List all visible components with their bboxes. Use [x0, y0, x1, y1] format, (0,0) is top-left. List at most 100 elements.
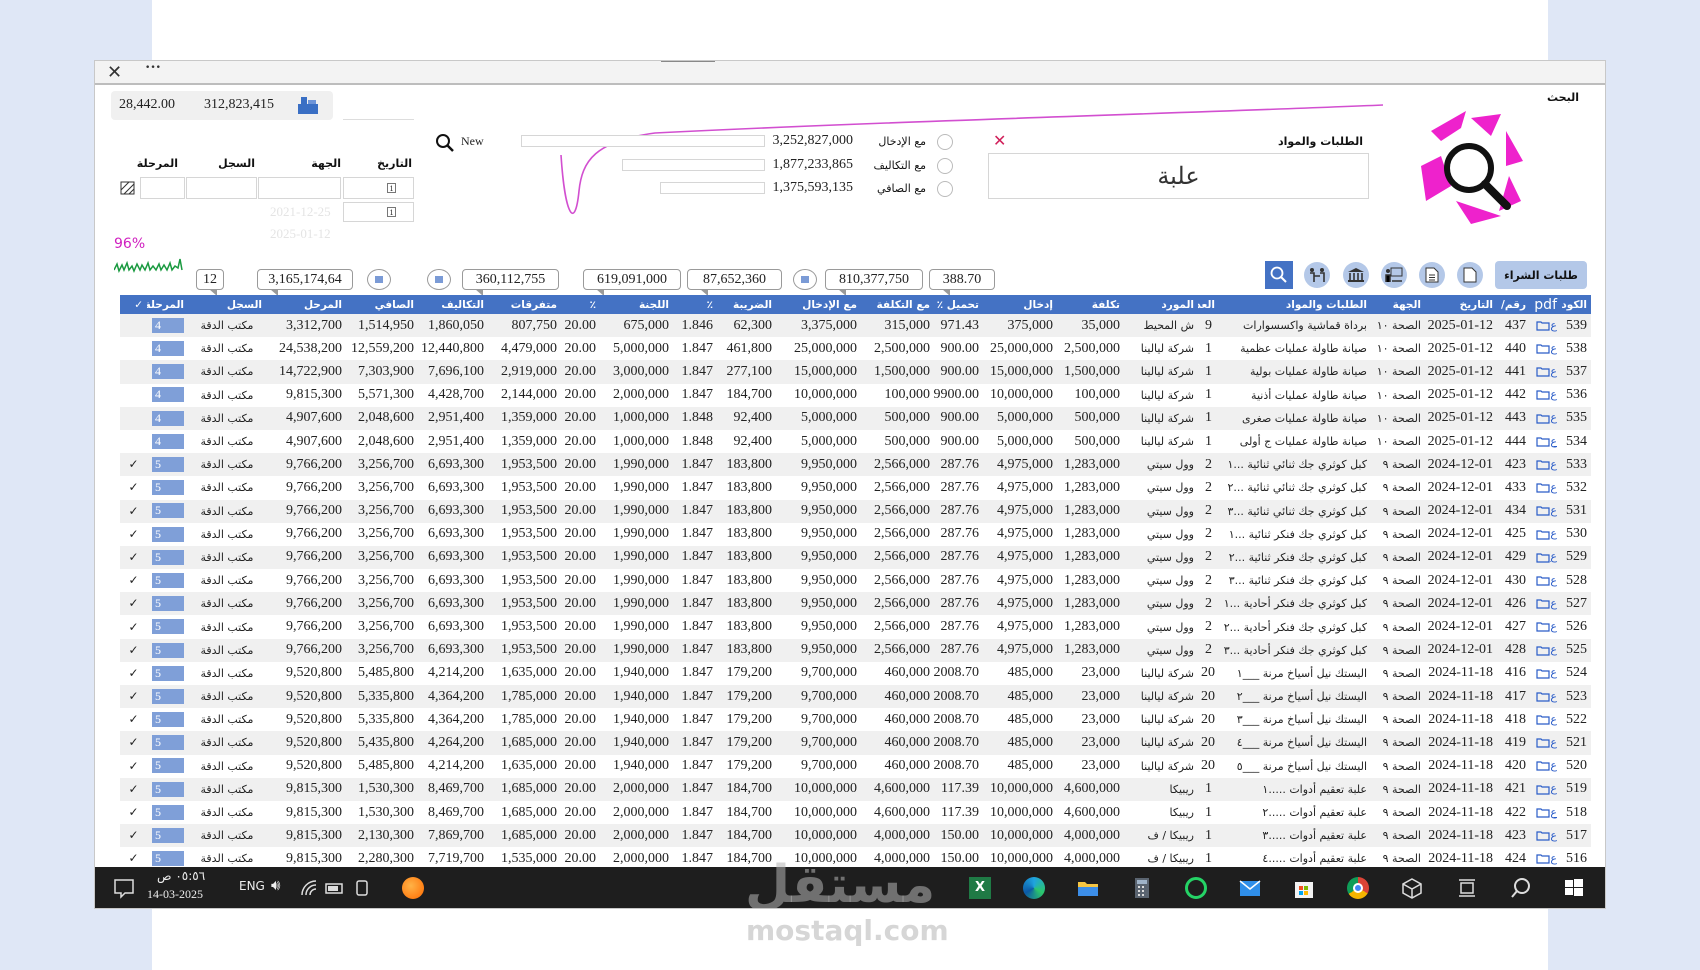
cell-pdf[interactable]: ع: [1530, 592, 1561, 616]
bank-button[interactable]: [1343, 262, 1369, 288]
table-row[interactable]: 530 ع 425 2024-12-01 الصحة ٩ كبل كوثري جك فنك…: [120, 523, 1591, 546]
pdf-link[interactable]: ع: [1550, 806, 1557, 819]
column-header-check[interactable]: ✓: [120, 295, 147, 314]
cell-pdf[interactable]: ع: [1530, 545, 1561, 570]
3d-box-icon[interactable]: [1401, 877, 1423, 899]
task-view-icon[interactable]: [1456, 877, 1478, 899]
folder-icon[interactable]: [1536, 668, 1551, 679]
column-header-item[interactable]: الطلبات والمواد: [1219, 295, 1371, 314]
pdf-link[interactable]: ع: [1550, 411, 1557, 424]
pdf-link[interactable]: ع: [1550, 736, 1557, 749]
folder-icon[interactable]: [1536, 366, 1551, 377]
table-row[interactable]: 520 ع 420 2024-11-18 الصحة ٩ اليستك نيل أسياخ…: [120, 755, 1591, 778]
folder-icon[interactable]: [1536, 737, 1551, 748]
cell-pdf[interactable]: ع: [1530, 638, 1561, 662]
chrome-icon[interactable]: [1347, 877, 1369, 899]
folder-icon[interactable]: [1536, 830, 1551, 841]
column-header-stage[interactable]: المرحلة: [147, 295, 188, 314]
sum-entry-toggle[interactable]: [793, 269, 817, 290]
column-header-code[interactable]: الكود: [1561, 295, 1591, 314]
tablet-mode-icon[interactable]: [351, 877, 373, 899]
meeting-button[interactable]: [1304, 262, 1330, 288]
calendar-icon[interactable]: 1: [387, 207, 396, 217]
pdf-link[interactable]: ع: [1550, 527, 1557, 540]
pdf-link[interactable]: ع: [1550, 435, 1557, 448]
cell-pdf[interactable]: ع: [1530, 430, 1561, 453]
cell-pdf[interactable]: ع: [1530, 847, 1561, 867]
pdf-link[interactable]: ع: [1550, 829, 1557, 842]
column-header-committee-pct[interactable]: ٪: [561, 295, 600, 314]
pdf-link[interactable]: ع: [1550, 852, 1557, 865]
folder-icon[interactable]: [1536, 552, 1551, 563]
folder-icon[interactable]: [1536, 853, 1551, 864]
cell-pdf[interactable]: ع: [1530, 523, 1561, 546]
folder-icon[interactable]: [1536, 691, 1551, 702]
table-row[interactable]: 521 ع 419 2024-11-18 الصحة ٩ اليستك نيل أسياخ…: [120, 731, 1591, 755]
cell-pdf[interactable]: ع: [1530, 685, 1561, 709]
table-row[interactable]: 532 ع 433 2024-12-01 الصحة ٩ كبل كوثري جك ثنا…: [120, 476, 1591, 499]
pdf-link[interactable]: ع: [1550, 388, 1557, 401]
file-explorer-icon[interactable]: [1077, 877, 1099, 899]
pdf-link[interactable]: ع: [1550, 620, 1557, 633]
register-input[interactable]: [186, 177, 257, 199]
column-header-with-entry[interactable]: مع الإدخال: [776, 295, 861, 314]
column-header-pdf[interactable]: pdf: [1530, 295, 1561, 314]
column-header-entry[interactable]: إدخال: [983, 295, 1057, 314]
pdf-link[interactable]: ع: [1550, 690, 1557, 703]
pdf-link[interactable]: ع: [1550, 342, 1557, 355]
table-row[interactable]: 522 ع 418 2024-11-18 الصحة ٩ اليستك نيل أسياخ…: [120, 708, 1591, 731]
column-header-net[interactable]: الصافي: [346, 295, 418, 314]
folder-icon[interactable]: [1536, 436, 1551, 447]
cell-pdf[interactable]: ع: [1530, 569, 1561, 592]
folder-icon[interactable]: [1536, 389, 1551, 401]
notification-icon[interactable]: [113, 877, 135, 899]
pdf-link[interactable]: ع: [1550, 643, 1557, 656]
table-row[interactable]: 537 ع 441 2025-01-12 الصحة ١٠ صيانة طاولة عمل…: [120, 360, 1591, 384]
cell-pdf[interactable]: ع: [1530, 777, 1561, 801]
pdf-link[interactable]: ع: [1550, 550, 1557, 563]
column-header-count[interactable]: العدد: [1198, 295, 1219, 314]
table-row[interactable]: 525 ع 428 2024-12-01 الصحة ٩ كبل كوثري جك فنك…: [120, 638, 1591, 662]
table-row[interactable]: 539 ع 437 2025-01-12 الصحة ١٠ برداة قماشية وا…: [120, 314, 1591, 338]
pdf-link[interactable]: ع: [1550, 504, 1557, 517]
cell-pdf[interactable]: ع: [1530, 499, 1561, 523]
table-row[interactable]: 535 ع 443 2025-01-12 الصحة ١٠ صيانة طاولة عمل…: [120, 406, 1591, 430]
column-header-supplier[interactable]: المورد: [1124, 295, 1198, 314]
pdf-link[interactable]: ع: [1550, 597, 1557, 610]
column-header-ref-no[interactable]: رقم/ ف: [1497, 295, 1530, 314]
pdf-link[interactable]: ع: [1550, 481, 1557, 494]
clear-x-icon[interactable]: ✕: [993, 131, 1006, 150]
cell-pdf[interactable]: ع: [1530, 801, 1561, 824]
column-header-party[interactable]: الجهة: [1371, 295, 1425, 314]
new-button[interactable]: New: [461, 134, 484, 149]
folder-icon[interactable]: [1536, 760, 1551, 772]
edge-icon[interactable]: [1023, 877, 1045, 899]
folder-icon[interactable]: [1536, 320, 1551, 331]
folder-icon[interactable]: [1536, 459, 1551, 470]
column-header-with-cost[interactable]: مع التكلفة: [861, 295, 934, 314]
table-row[interactable]: 524 ع 416 2024-11-18 الصحة ٩ اليستك نيل أسياخ…: [120, 662, 1591, 685]
folder-icon[interactable]: [1536, 505, 1551, 516]
table-row[interactable]: 517 ع 423 2024-11-18 الصحة ٩ علبة تعقيم أدوات…: [120, 824, 1591, 848]
column-header-date[interactable]: التاريخ: [1425, 295, 1497, 314]
radio-with-net[interactable]: [937, 181, 953, 197]
document-button[interactable]: [1419, 262, 1445, 288]
presentation-button[interactable]: [1381, 262, 1407, 288]
search-button[interactable]: [1265, 261, 1293, 289]
wifi-icon[interactable]: [299, 877, 321, 899]
pdf-link[interactable]: ع: [1550, 666, 1557, 679]
table-row[interactable]: 518 ع 422 2024-11-18 الصحة ٩ علبة تعقيم أدوات…: [120, 801, 1591, 824]
pdf-link[interactable]: ع: [1550, 759, 1557, 772]
folder-icon[interactable]: [1536, 343, 1551, 354]
table-row[interactable]: 527 ع 426 2024-12-01 الصحة ٩ كبل كوثري جك فنك…: [120, 592, 1591, 616]
table-row[interactable]: 523 ع 417 2024-11-18 الصحة ٩ اليستك نيل أسياخ…: [120, 685, 1591, 709]
cell-pdf[interactable]: ع: [1530, 731, 1561, 755]
column-header-tax[interactable]: الضريبة: [717, 295, 776, 314]
table-row[interactable]: 533 ع 423 2024-12-01 الصحة ٩ كبل كوثري جك ثنا…: [120, 453, 1591, 477]
search-icon[interactable]: [435, 133, 455, 153]
folder-icon[interactable]: [1536, 714, 1551, 725]
table-row[interactable]: 538 ع 440 2025-01-12 الصحة ١٠ صيانة طاولة عمل…: [120, 337, 1591, 360]
column-header-register[interactable]: السجل: [188, 295, 266, 314]
calculator-icon[interactable]: [1131, 877, 1153, 899]
clock-date[interactable]: 14-03-2025: [147, 887, 203, 902]
